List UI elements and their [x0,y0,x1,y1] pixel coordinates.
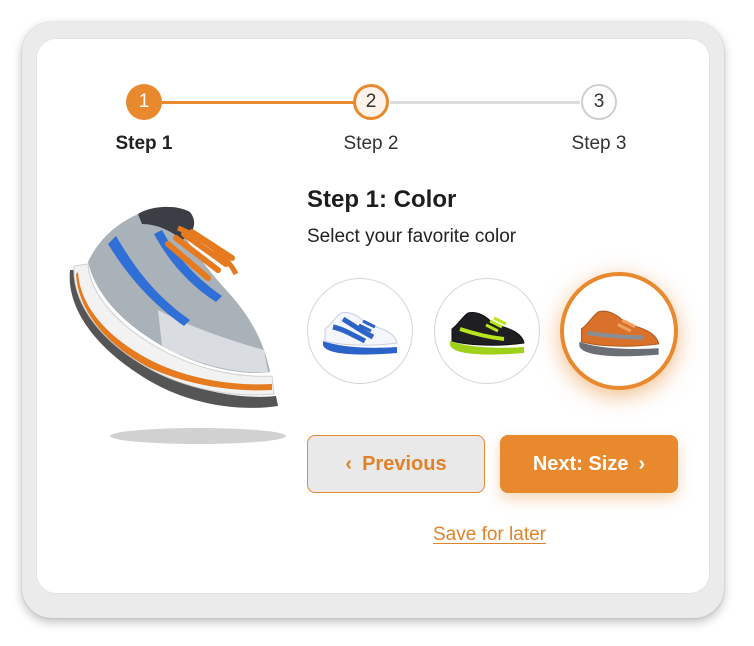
shoe-black-lime-icon [450,312,525,355]
step-3-label: Step 3 [571,133,627,154]
step-2-number: 2 [365,91,377,112]
step-2-label: Step 2 [343,133,399,154]
color-option-orange-gray[interactable] [560,272,678,390]
step-1-label: Step 1 [115,133,173,154]
step-1-indicator[interactable]: 1 [126,84,162,120]
page-subtitle: Select your favorite color [307,226,517,247]
step-2-indicator[interactable]: 2 [353,84,389,120]
product-shoe-image [69,206,286,444]
chevron-left-icon: ‹ [345,452,353,475]
next-button-label: Next: Size [532,452,629,475]
save-for-later-link[interactable]: Save for later [433,524,546,546]
step-3-number: 3 [593,91,605,112]
color-option-blue-white[interactable] [307,278,413,384]
shoe-orange-gray-icon [579,310,660,357]
chevron-right-icon: › [638,452,646,475]
previous-button-label: Previous [362,452,447,475]
shoe-blue-white-icon [323,312,398,355]
next-size-button[interactable]: Next: Size › [500,435,678,493]
step-1-number: 1 [138,91,150,112]
progress-line-remaining [390,101,580,104]
page-title: Step 1: Color [307,186,457,213]
progress-line-completed [162,101,354,104]
color-option-black-lime[interactable] [434,278,540,384]
step-3-indicator[interactable]: 3 [581,84,617,120]
previous-button[interactable]: ‹ Previous [307,435,485,493]
